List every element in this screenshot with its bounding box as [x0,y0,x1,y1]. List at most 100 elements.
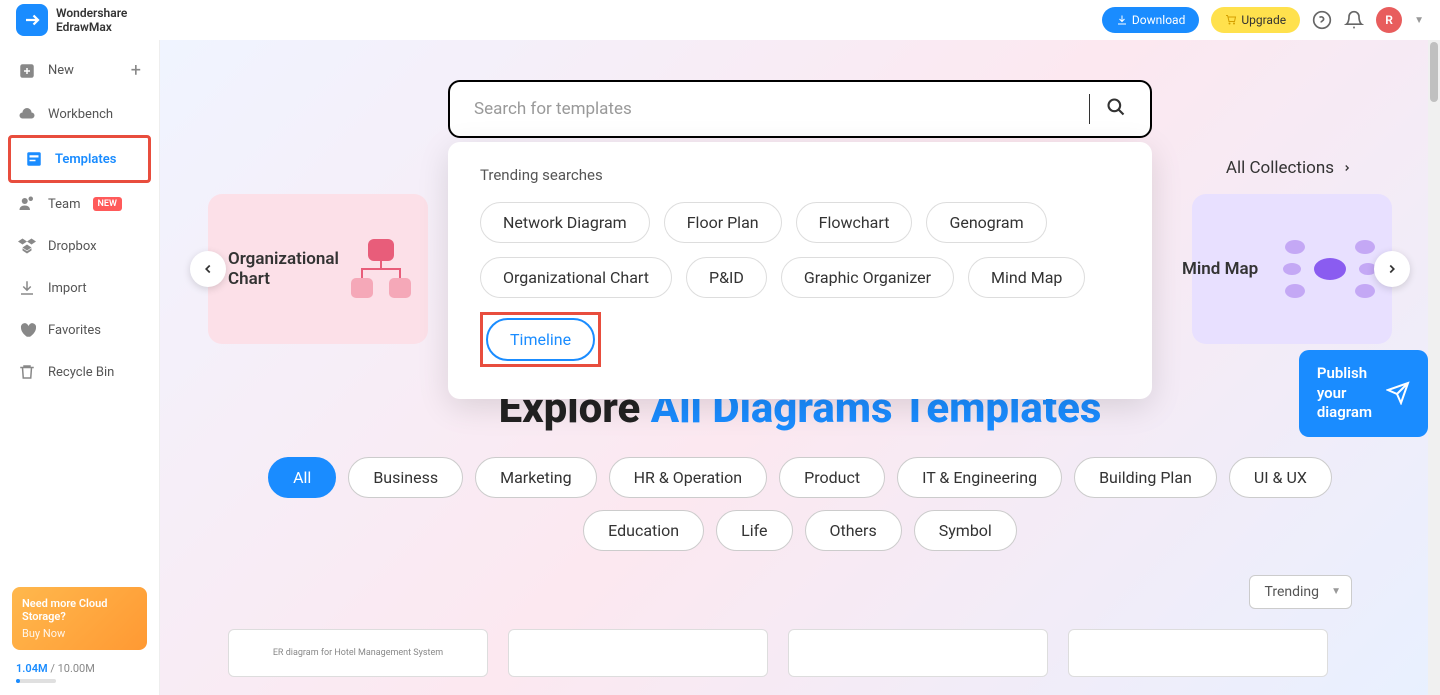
plus-icon: + [131,60,141,81]
search-button[interactable] [1106,97,1126,121]
tab-marketing[interactable]: Marketing [475,457,596,498]
template-thumb[interactable]: ER diagram for Hotel Management System [228,629,488,677]
sidebar-item-new[interactable]: New + [4,48,155,93]
sort-label: Trending [1264,584,1319,600]
header-right: Download Upgrade R ▼ [1102,7,1424,33]
chip-network-diagram[interactable]: Network Diagram [480,202,650,243]
upgrade-button[interactable]: Upgrade [1211,7,1300,33]
tab-symbol[interactable]: Symbol [914,510,1017,551]
sidebar-item-import[interactable]: Import [4,267,155,309]
chip-pid[interactable]: P&ID [686,257,767,298]
tab-all[interactable]: All [268,457,336,498]
avatar[interactable]: R [1376,7,1402,33]
storage-used: 1.04M [16,662,48,675]
logo-text: Wondershare EdrawMax [56,6,127,35]
chip-flowchart[interactable]: Flowchart [796,202,913,243]
storage-total: 10.00M [58,662,95,675]
sidebar-item-label: Team [48,197,81,212]
chip-floor-plan[interactable]: Floor Plan [664,202,782,243]
templates-grid: ER diagram for Hotel Management System [208,629,1392,677]
bell-icon[interactable] [1344,10,1364,30]
divider [1089,94,1090,124]
promo-cta: Buy Now [22,627,137,640]
logo-area[interactable]: Wondershare EdrawMax [16,4,127,36]
sort-select[interactable]: Trending ▼ [1249,575,1352,609]
tab-product[interactable]: Product [779,457,885,498]
sidebar-item-label: Recycle Bin [48,365,114,380]
sidebar-item-dropbox[interactable]: Dropbox [4,225,155,267]
sidebar-item-label: Import [48,281,87,296]
tab-business[interactable]: Business [348,457,463,498]
cards-prev-button[interactable] [190,251,226,287]
tab-building-plan[interactable]: Building Plan [1074,457,1217,498]
tab-hr-operation[interactable]: HR & Operation [609,457,768,498]
chevron-right-icon [1342,161,1352,175]
search-dropdown: Trending searches Network Diagram Floor … [448,142,1152,399]
sidebar-item-label: Workbench [48,107,113,122]
publish-text: Publish your diagram [1317,364,1372,423]
storage-progress [16,679,56,683]
sort-row: Trending ▼ [208,575,1392,609]
cloud-promo[interactable]: Need more Cloud Storage? Buy Now [12,587,147,650]
tab-ui-ux[interactable]: UI & UX [1229,457,1332,498]
sidebar-item-label: Favorites [48,323,101,338]
publish-button[interactable]: Publish your diagram [1299,350,1428,437]
template-thumb[interactable] [788,629,1048,677]
sidebar-item-favorites[interactable]: Favorites [4,309,155,351]
chip-graphic-organizer[interactable]: Graphic Organizer [781,257,954,298]
sidebar-item-templates[interactable]: Templates [8,135,151,183]
sidebar-item-label: New [48,63,74,78]
brand-line2: EdrawMax [56,20,127,34]
plus-square-icon [18,62,36,80]
chevron-left-icon [201,262,215,276]
chevron-right-icon [1385,262,1399,276]
trending-title: Trending searches [480,166,1120,184]
sidebar: New + Workbench Templates Team NEW Dropb… [0,40,160,695]
send-icon [1386,381,1410,405]
sidebar-item-recycle-bin[interactable]: Recycle Bin [4,351,155,393]
chevron-down-icon[interactable]: ▼ [1414,15,1424,26]
new-badge: NEW [93,197,122,211]
sidebar-item-workbench[interactable]: Workbench [4,93,155,135]
help-icon[interactable] [1312,10,1332,30]
search-box [448,80,1152,138]
sidebar-item-team[interactable]: Team NEW [4,183,155,225]
cart-icon [1225,14,1237,26]
download-button[interactable]: Download [1102,7,1199,33]
chip-timeline-highlight: Timeline [480,312,601,367]
import-icon [18,279,36,297]
chip-timeline[interactable]: Timeline [486,318,595,361]
card-mind-map[interactable]: Mind Map [1192,194,1392,344]
sidebar-item-label: Templates [55,152,116,167]
template-thumb[interactable] [508,629,768,677]
main: Trending searches Network Diagram Floor … [160,40,1440,695]
tab-education[interactable]: Education [583,510,704,551]
template-thumb[interactable] [1068,629,1328,677]
search-input[interactable] [474,99,1073,119]
search-icon [1106,97,1126,117]
cloud-icon [18,105,36,123]
card-title: Organizational Chart [228,249,348,289]
chip-mind-map[interactable]: Mind Map [968,257,1085,298]
heart-icon [18,321,36,339]
tabs: All Business Marketing HR & Operation Pr… [208,457,1392,551]
brand-line1: Wondershare [56,6,127,20]
search-wrap: Trending searches Network Diagram Floor … [448,80,1152,138]
logo-icon [16,4,48,36]
header: Wondershare EdrawMax Download Upgrade R … [0,0,1440,40]
upgrade-label: Upgrade [1241,13,1286,27]
tab-life[interactable]: Life [716,510,792,551]
tab-others[interactable]: Others [805,510,902,551]
tab-it-engineering[interactable]: IT & Engineering [897,457,1062,498]
chip-organizational-chart[interactable]: Organizational Chart [480,257,672,298]
all-collections-link[interactable]: All Collections [1226,158,1352,178]
cards-next-button[interactable] [1374,251,1410,287]
sidebar-item-label: Dropbox [48,239,97,254]
org-chart-icon [346,234,416,304]
trash-icon [18,363,36,381]
template-icon [25,150,43,168]
chip-genogram[interactable]: Genogram [926,202,1046,243]
card-organizational-chart[interactable]: Organizational Chart [208,194,428,344]
storage-sep: / [48,662,58,675]
scrollbar[interactable] [1428,40,1440,695]
